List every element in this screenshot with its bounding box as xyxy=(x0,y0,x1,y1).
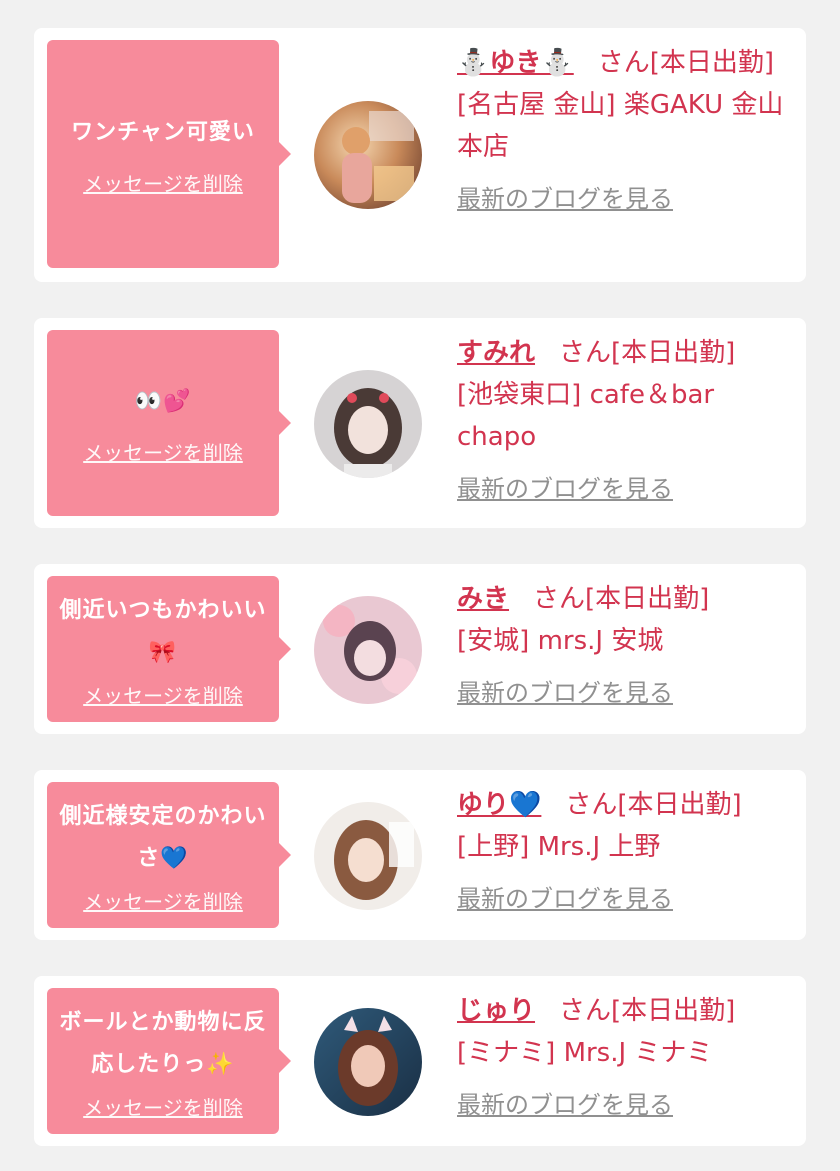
cast-shop: Mrs.J ミナミ xyxy=(563,1038,713,1068)
cast-name-link[interactable]: すみれ xyxy=(457,338,535,368)
message-bubble: 側近いつもかわいい🎀 メッセージを削除 xyxy=(47,576,291,722)
cast-name-link[interactable]: ⛄ゆき⛄ xyxy=(457,48,574,78)
message-bubble: 👀💕 メッセージを削除 xyxy=(47,330,291,516)
cast-area: [名古屋 金山] xyxy=(457,90,616,120)
message-text: 👀💕 xyxy=(134,388,192,414)
cast-name-link[interactable]: ゆり💙 xyxy=(457,790,541,820)
latest-blog-link[interactable]: 最新のブログを見る xyxy=(457,672,673,714)
avatar[interactable] xyxy=(314,596,422,704)
cast-status: さん[本日出勤] xyxy=(533,584,710,614)
delete-message-link[interactable]: メッセージを削除 xyxy=(83,168,243,197)
latest-blog-link[interactable]: 最新のブログを見る xyxy=(457,878,673,920)
cast-area: [安城] xyxy=(457,626,530,656)
cast-area: [池袋東口] xyxy=(457,380,582,410)
latest-blog-link[interactable]: 最新のブログを見る xyxy=(457,178,673,220)
cast-status: さん[本日出勤] xyxy=(559,996,736,1026)
delete-message-link[interactable]: メッセージを削除 xyxy=(83,680,243,709)
cast-info: すみれ さん[本日出勤] [池袋東口] cafe＆bar chapo 最新のブログ… xyxy=(457,332,788,510)
avatar[interactable] xyxy=(314,101,422,209)
avatar[interactable] xyxy=(314,1008,422,1116)
delete-message-link[interactable]: メッセージを削除 xyxy=(83,1092,243,1121)
avatar-photo xyxy=(314,370,422,478)
avatar-photo xyxy=(314,596,422,704)
cast-status: さん[本日出勤] xyxy=(559,338,736,368)
cast-area: [上野] xyxy=(457,832,530,862)
cast-info: みき さん[本日出勤] [安城] mrs.J 安城 最新のブログを見る xyxy=(457,578,788,714)
avatar-photo xyxy=(314,1008,422,1116)
latest-blog-link[interactable]: 最新のブログを見る xyxy=(457,468,673,510)
message-bubble: ワンチャン可愛い メッセージを削除 xyxy=(47,40,291,268)
message-text: 側近様安定のかわいさ💙 xyxy=(59,803,267,871)
cast-name-link[interactable]: みき xyxy=(457,584,509,614)
cast-shop: mrs.J 安城 xyxy=(537,626,664,656)
message-text: ボールとか動物に反応したりっ✨ xyxy=(59,1009,267,1077)
message-bubble: ボールとか動物に反応したりっ✨ メッセージを削除 xyxy=(47,988,291,1134)
cast-status: さん[本日出勤] xyxy=(597,48,775,78)
delete-message-link[interactable]: メッセージを削除 xyxy=(83,437,243,466)
message-bubble: 側近様安定のかわいさ💙 メッセージを削除 xyxy=(47,782,291,928)
cast-status: さん[本日出勤] xyxy=(565,790,742,820)
cast-info: じゅり さん[本日出勤] [ミナミ] Mrs.J ミナミ 最新のブログを見る xyxy=(457,990,788,1126)
message-text: ワンチャン可愛い xyxy=(71,119,255,145)
avatar-photo xyxy=(314,802,422,910)
message-card: 側近様安定のかわいさ💙 メッセージを削除 ゆり💙 さん[本日出勤] [上野] Mr… xyxy=(34,770,806,940)
latest-blog-link[interactable]: 最新のブログを見る xyxy=(457,1084,673,1126)
message-card: ワンチャン可愛い メッセージを削除 ⛄ゆき⛄ さん[本日出勤] [名古屋 金山]… xyxy=(34,28,806,282)
message-card: ボールとか動物に反応したりっ✨ メッセージを削除 じゅり さん[本日出勤] [ミ… xyxy=(34,976,806,1146)
cast-shop: Mrs.J 上野 xyxy=(537,832,661,862)
avatar[interactable] xyxy=(314,802,422,910)
delete-message-link[interactable]: メッセージを削除 xyxy=(83,886,243,915)
cast-info: ゆり💙 さん[本日出勤] [上野] Mrs.J 上野 最新のブログを見る xyxy=(457,784,788,920)
avatar-photo xyxy=(314,101,422,209)
message-text: 側近いつもかわいい🎀 xyxy=(59,597,267,665)
message-card: 👀💕 メッセージを削除 すみれ さん[本日出勤] [池袋東口] cafe＆bar … xyxy=(34,318,806,528)
message-list: ワンチャン可愛い メッセージを削除 ⛄ゆき⛄ さん[本日出勤] [名古屋 金山]… xyxy=(34,28,806,1146)
message-card: 側近いつもかわいい🎀 メッセージを削除 みき さん[本日出勤] [安城] mrs.… xyxy=(34,564,806,734)
cast-area: [ミナミ] xyxy=(457,1038,556,1068)
avatar[interactable] xyxy=(314,370,422,478)
cast-name-link[interactable]: じゅり xyxy=(457,996,535,1026)
cast-info: ⛄ゆき⛄ さん[本日出勤] [名古屋 金山] 楽GAKU 金山本店 最新のブログを… xyxy=(457,42,788,220)
